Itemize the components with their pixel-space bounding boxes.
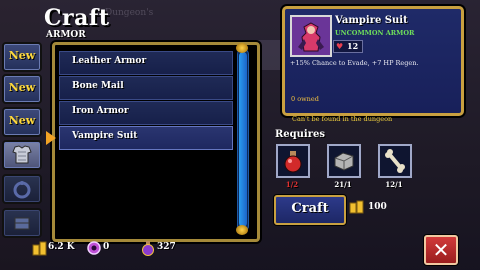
requires-heading: Requires bbox=[275, 129, 325, 140]
faded-background-text: Dungeon's bbox=[105, 8, 154, 18]
gold-amount: 6.2 K bbox=[48, 242, 75, 252]
list-item-bone-mail[interactable]: Bone Mail bbox=[59, 76, 233, 100]
craft-gold-cost: 100 bbox=[368, 202, 387, 212]
page-title: Craft bbox=[44, 5, 110, 31]
gem-amount: 0 bbox=[103, 242, 110, 252]
gold-coins-icon bbox=[32, 241, 47, 256]
list-item-vampire-suit[interactable]: Vampire Suit bbox=[46, 126, 233, 150]
gem-orb-icon bbox=[87, 241, 101, 255]
tab-new-2[interactable]: New bbox=[2, 74, 42, 104]
potion-flask-icon bbox=[142, 241, 154, 256]
armor-icon bbox=[12, 145, 32, 164]
craft-button-label: Craft bbox=[291, 201, 329, 216]
new-badge-label: New bbox=[8, 114, 36, 127]
health-stat-value: 12 bbox=[347, 41, 359, 51]
item-rarity: UNCOMMON ARMOR bbox=[335, 29, 415, 37]
list-item-label: Leather Armor bbox=[72, 56, 147, 66]
stone-block-icon bbox=[334, 152, 354, 171]
vampire-suit-portrait-icon bbox=[290, 15, 332, 57]
scrollbar-top-cap-icon bbox=[236, 43, 248, 53]
tab-materials[interactable] bbox=[2, 208, 42, 238]
heart-icon: ♥ bbox=[336, 42, 344, 51]
selection-pointer-icon bbox=[46, 131, 56, 145]
item-name: Vampire Suit bbox=[335, 15, 408, 26]
new-badge-label: New bbox=[8, 81, 36, 94]
owned-count: 0 owned bbox=[291, 95, 319, 103]
drop-source-note: Can't be found in the dungeon bbox=[292, 115, 393, 123]
requirement-count-bone: 12/1 bbox=[385, 180, 403, 189]
requirement-count-potion: 1/2 bbox=[285, 180, 299, 189]
list-scrollbar[interactable] bbox=[237, 49, 249, 231]
tab-new-1[interactable]: New bbox=[2, 42, 42, 72]
list-item-label: Bone Mail bbox=[72, 81, 124, 91]
craft-button[interactable]: Craft bbox=[274, 195, 346, 225]
category-subtitle: ARMOR bbox=[46, 30, 86, 40]
tab-new-3[interactable]: New bbox=[2, 107, 42, 137]
potion-icon bbox=[284, 151, 302, 173]
requirement-slot-potion[interactable] bbox=[276, 144, 310, 178]
tab-rings[interactable] bbox=[2, 174, 42, 204]
requirement-count-stone: 21/1 bbox=[334, 180, 352, 189]
close-icon: ✕ bbox=[432, 238, 450, 262]
item-detail-card: Vampire Suit UNCOMMON ARMOR ♥ 12 +15% Ch… bbox=[282, 6, 464, 116]
block-icon bbox=[14, 217, 30, 230]
list-item-label: Iron Armor bbox=[72, 106, 129, 116]
requirement-slot-bone[interactable] bbox=[378, 144, 412, 178]
item-description: +15% Chance to Evade, +7 HP Regen. bbox=[290, 59, 419, 67]
tab-armor[interactable] bbox=[2, 140, 42, 170]
close-button[interactable]: ✕ bbox=[424, 235, 458, 265]
new-badge-label: New bbox=[8, 49, 36, 62]
gold-coins-icon bbox=[349, 200, 364, 214]
list-item-label: Vampire Suit bbox=[72, 131, 138, 141]
scrollbar-thumb[interactable] bbox=[239, 52, 247, 227]
list-item-leather-armor[interactable]: Leather Armor bbox=[59, 51, 233, 75]
list-item-iron-armor[interactable]: Iron Armor bbox=[59, 101, 233, 125]
health-stat: ♥ 12 bbox=[333, 40, 363, 53]
potion-amount: 327 bbox=[157, 242, 176, 252]
recipe-list[interactable]: Leather Armor Bone Mail Iron Armor Vampi… bbox=[46, 42, 260, 242]
scrollbar-bottom-cap-icon bbox=[236, 225, 248, 235]
bone-icon bbox=[385, 149, 405, 173]
ring-icon bbox=[13, 181, 31, 199]
requirement-slot-stone[interactable] bbox=[327, 144, 361, 178]
